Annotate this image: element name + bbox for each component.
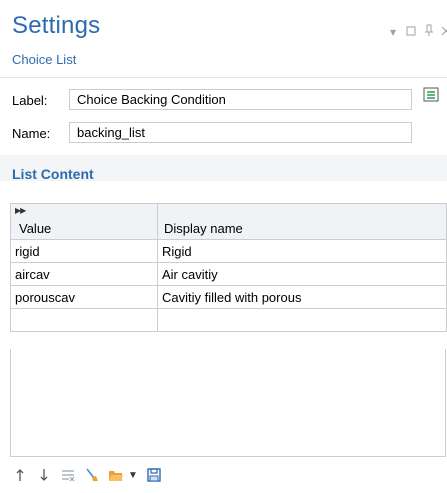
column-header-label: Value [19,221,52,236]
close-icon[interactable] [441,25,447,39]
table-header-row: ▶▶ Value Display name [10,203,447,240]
list-toolbar: ▼ [12,467,162,483]
page-subtitle: Choice List [12,52,77,67]
display-name-cell[interactable]: Rigid [157,239,447,263]
value-cell[interactable]: aircav [10,262,158,286]
name-caption: Name: [12,126,51,141]
chevron-down-icon[interactable]: ▼ [128,470,138,481]
label-field[interactable]: Choice Backing Condition [69,89,412,110]
list-content-table: ▶▶ Value Display name rigid Rigid aircav… [10,203,447,332]
display-name-cell[interactable] [157,308,447,332]
move-up-icon[interactable] [12,467,28,483]
name-field[interactable]: backing_list [69,122,412,143]
clear-icon[interactable] [84,467,100,483]
value-cell[interactable] [10,308,158,332]
move-down-icon[interactable] [36,467,52,483]
divider [0,77,447,78]
pin-icon[interactable] [423,24,435,39]
delete-rows-icon[interactable] [60,467,76,483]
table-row[interactable]: porouscav Cavitiy filled with porous [10,285,447,309]
label-caption: Label: [12,93,48,108]
column-header-label: Display name [164,221,243,236]
restore-icon[interactable] [405,25,417,39]
save-icon[interactable] [146,467,162,483]
column-header-display-name[interactable]: Display name [157,203,447,240]
open-file-icon[interactable] [108,467,124,483]
display-name-cell[interactable]: Air cavitiy [157,262,447,286]
column-header-value[interactable]: ▶▶ Value [10,203,158,240]
section-title: List Content [12,166,94,182]
label-list-icon[interactable] [423,87,439,103]
value-cell[interactable]: rigid [10,239,158,263]
window-controls: ▾ [387,24,447,39]
table-row[interactable]: aircav Air cavitiy [10,262,447,286]
table-row[interactable]: rigid Rigid [10,239,447,263]
table-empty-area [10,349,446,457]
expand-columns-icon[interactable]: ▶▶ [15,206,26,215]
dropdown-icon[interactable]: ▾ [387,25,399,39]
settings-window: Settings Choice List ▾ Label: Choice Bac… [0,0,447,493]
display-name-cell[interactable]: Cavitiy filled with porous [157,285,447,309]
value-cell[interactable]: porouscav [10,285,158,309]
page-title: Settings [12,12,101,39]
table-row-empty[interactable] [10,308,447,332]
